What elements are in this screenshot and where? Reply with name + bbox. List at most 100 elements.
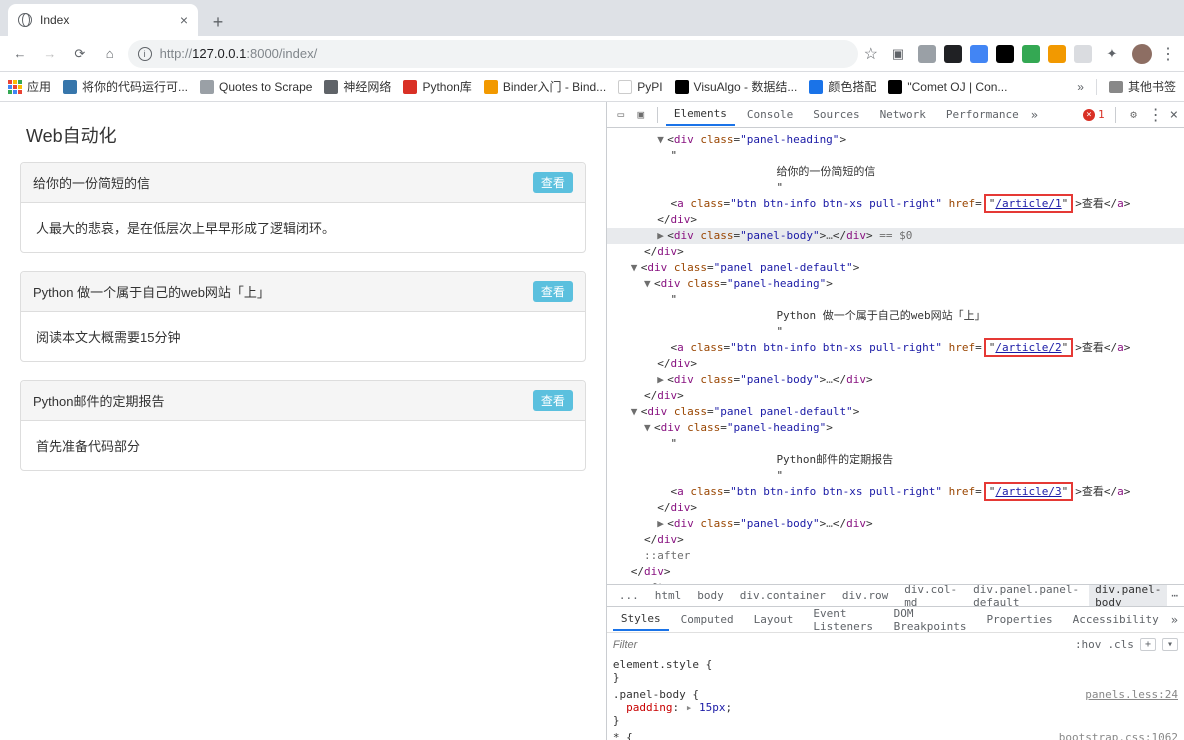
dom-text: Python邮件的定期报告	[776, 453, 893, 466]
device-toggle-icon[interactable]: ▣	[633, 107, 649, 123]
styles-pane[interactable]: element.style { } panels.less:24 .panel-…	[607, 656, 1184, 740]
style-selector: .panel-body	[613, 688, 686, 701]
ext-icon-2[interactable]	[944, 45, 962, 63]
other-bookmarks[interactable]: 其他书签	[1109, 78, 1176, 95]
tab-strip: Index × +	[0, 0, 1184, 36]
styles-tab-computed[interactable]: Computed	[673, 609, 742, 630]
panel-heading: Python邮件的定期报告 查看	[21, 381, 585, 421]
devtools-tab-sources[interactable]: Sources	[805, 104, 867, 125]
panel-title: 给你的一份简短的信	[33, 173, 150, 192]
styles-tabs-more-icon[interactable]: »	[1171, 613, 1178, 627]
elements-tree[interactable]: ▼<div class="panel-heading"> " 给你的一份简短的信…	[607, 128, 1184, 584]
bookmark-overflow-icon[interactable]: »	[1077, 80, 1084, 94]
panel-title: Python 做一个属于自己的web网站「上」	[33, 282, 270, 301]
page-heading: Web自动化	[26, 122, 580, 148]
devtools-tab-console[interactable]: Console	[739, 104, 801, 125]
devtools-tab-network[interactable]: Network	[872, 104, 934, 125]
browser-tab[interactable]: Index ×	[8, 4, 198, 36]
dom-href[interactable]: /article/2	[995, 341, 1061, 354]
inspect-icon[interactable]: ▭	[613, 107, 629, 123]
bookmark-item[interactable]: Python库	[403, 78, 471, 95]
dom-href[interactable]: /article/1	[995, 197, 1061, 210]
new-style-rule-icon[interactable]: +	[1140, 638, 1156, 651]
panel-body: 首先准备代码部分	[21, 421, 585, 470]
url-host: 127.0.0.1	[192, 46, 246, 61]
apps-shortcut[interactable]: 应用	[8, 78, 51, 95]
tab-title: Index	[40, 13, 69, 27]
article-panel: Python邮件的定期报告 查看 首先准备代码部分	[20, 380, 586, 471]
bookmark-item[interactable]: 神经网络	[324, 78, 391, 95]
ext-icon-6[interactable]	[1048, 45, 1066, 63]
settings-icon[interactable]: ⚙	[1126, 107, 1142, 123]
styles-filter-input[interactable]	[613, 639, 973, 651]
ext-icon-1[interactable]	[918, 45, 936, 63]
styles-tab-styles[interactable]: Styles	[613, 608, 669, 631]
bookmarks-bar: 应用 将你的代码运行可... Quotes to Scrape 神经网络 Pyt…	[0, 72, 1184, 102]
view-button[interactable]: 查看	[533, 172, 573, 193]
view-button[interactable]: 查看	[533, 281, 573, 302]
browser-menu-icon[interactable]: ⋮	[1160, 44, 1176, 64]
home-button[interactable]: ⌂	[98, 42, 122, 66]
ext-icon-3[interactable]	[970, 45, 988, 63]
devtools-tab-performance[interactable]: Performance	[938, 104, 1027, 125]
article-panel: Python 做一个属于自己的web网站「上」 查看 阅读本文大概需要15分钟	[20, 271, 586, 362]
style-source-link[interactable]: panels.less:24	[1085, 688, 1178, 701]
styles-tab-properties[interactable]: Properties	[978, 609, 1060, 630]
url-scheme: http://	[160, 46, 193, 61]
bookmark-item[interactable]: 颜色搭配	[809, 78, 876, 95]
folder-icon	[1109, 81, 1123, 93]
browser-toolbar: ← → ⟳ ⌂ i http://127.0.0.1:8000/index/ ☆…	[0, 36, 1184, 72]
view-button[interactable]: 查看	[533, 390, 573, 411]
article-panel: 给你的一份简短的信 查看 人最大的悲哀，是在低层次上早早形成了逻辑闭环。	[20, 162, 586, 253]
dom-text: Python 做一个属于自己的web网站「上」	[776, 309, 985, 322]
bookmark-item[interactable]: "Comet OJ | Con...	[888, 80, 1007, 94]
forward-button: →	[38, 42, 62, 66]
styles-tab-layout[interactable]: Layout	[746, 609, 802, 630]
panel-heading: 给你的一份简短的信 查看	[21, 163, 585, 203]
ext-icon-4[interactable]	[996, 45, 1014, 63]
dom-text: 给你的一份简短的信	[776, 165, 875, 178]
devtools-tabs-more-icon[interactable]: »	[1031, 108, 1038, 122]
apps-label: 应用	[27, 78, 51, 95]
close-devtools-icon[interactable]: ×	[1170, 107, 1178, 123]
style-source-link[interactable]: bootstrap.css:1062	[1059, 731, 1178, 740]
cls-toggle[interactable]: .cls	[1107, 638, 1134, 651]
crumb-more-icon[interactable]: ⋯	[1171, 589, 1178, 602]
ext-icon-7[interactable]	[1074, 45, 1092, 63]
back-button[interactable]: ←	[8, 42, 32, 66]
tab-close-icon[interactable]: ×	[180, 12, 188, 28]
globe-icon	[18, 13, 32, 27]
error-badge[interactable]: ×1	[1083, 108, 1105, 121]
dom-selected-marker: == $0	[873, 229, 913, 242]
styles-tab-accessibility[interactable]: Accessibility	[1065, 609, 1167, 630]
styles-filter-bar: :hov .cls + ▾	[607, 632, 1184, 656]
page-viewport: Web自动化 给你的一份简短的信 查看 人最大的悲哀，是在低层次上早早形成了逻辑…	[0, 102, 606, 740]
bookmark-item[interactable]: Binder入门 - Bind...	[484, 78, 606, 95]
bookmark-item[interactable]: 将你的代码运行可...	[63, 78, 188, 95]
new-tab-button[interactable]: +	[204, 8, 232, 36]
camera-icon[interactable]: ▣	[886, 42, 910, 66]
dom-href[interactable]: /article/3	[995, 485, 1061, 498]
panel-body: 人最大的悲哀，是在低层次上早早形成了逻辑闭环。	[21, 203, 585, 252]
ext-icon-5[interactable]	[1022, 45, 1040, 63]
devtools-tab-elements[interactable]: Elements	[666, 103, 735, 126]
panel-heading: Python 做一个属于自己的web网站「上」 查看	[21, 272, 585, 312]
style-selector: element.style	[613, 658, 699, 671]
styles-tabs: Styles Computed Layout Event Listeners D…	[607, 606, 1184, 632]
bookmark-item[interactable]: VisuAlgo - 数据结...	[675, 78, 798, 95]
devtools-menu-icon[interactable]: ⋮	[1148, 105, 1164, 124]
site-info-icon[interactable]: i	[138, 47, 152, 61]
bookmark-star-icon[interactable]: ☆	[864, 44, 878, 64]
extensions-icon[interactable]: ✦	[1100, 42, 1124, 66]
bookmark-item[interactable]: PyPI	[618, 80, 662, 94]
address-bar[interactable]: i http://127.0.0.1:8000/index/	[128, 40, 858, 68]
panel-body: 阅读本文大概需要15分钟	[21, 312, 585, 361]
url-path: :8000/index/	[246, 46, 317, 61]
more-styles-icon[interactable]: ▾	[1162, 638, 1178, 651]
profile-avatar[interactable]	[1132, 44, 1152, 64]
hov-toggle[interactable]: :hov	[1075, 638, 1102, 651]
devtools-header: ▭ ▣ Elements Console Sources Network Per…	[607, 102, 1184, 128]
reload-button[interactable]: ⟳	[68, 42, 92, 66]
bookmark-item[interactable]: Quotes to Scrape	[200, 80, 312, 94]
panel-title: Python邮件的定期报告	[33, 391, 164, 410]
